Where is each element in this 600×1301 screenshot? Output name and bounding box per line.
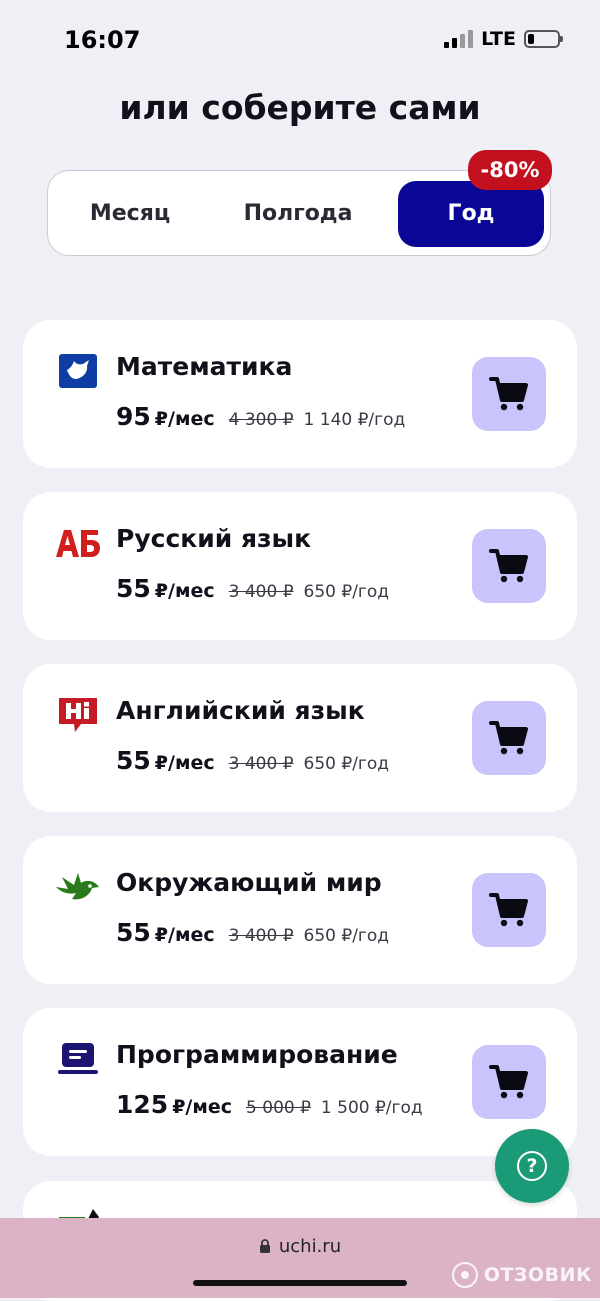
url-text: uchi.ru (278, 1236, 342, 1257)
subject-card-world: Окружающий мир 55 ₽/мес 3 400 ₽ 650 ₽/го… (23, 836, 577, 984)
browser-bar: uchi.ru ОТЗОВИК (0, 1218, 600, 1298)
lock-icon (259, 1239, 270, 1253)
status-time: 16:07 (64, 26, 141, 54)
subject-name: Русский язык (116, 524, 312, 553)
monthly-price: 55 (116, 574, 151, 603)
cart-icon (489, 893, 528, 927)
page-heading: или соберите сами (119, 88, 481, 127)
watermark: ОТЗОВИК (451, 1262, 592, 1288)
cart-icon (489, 721, 528, 755)
home-indicator[interactable] (193, 1280, 407, 1286)
monthly-price: 125 (116, 1090, 169, 1119)
subject-name: Математика (116, 352, 293, 381)
old-price: 3 400 ₽ (228, 926, 294, 946)
monthly-price: 55 (116, 746, 151, 775)
add-to-cart-button[interactable] (472, 873, 546, 947)
tab-month[interactable]: Месяц (62, 181, 198, 247)
world-bird-icon (53, 866, 103, 908)
tab-half-year[interactable]: Полгода (228, 181, 368, 247)
old-price: 5 000 ₽ (246, 1098, 311, 1118)
question-icon: ? (517, 1151, 547, 1181)
cart-icon (489, 1065, 528, 1099)
discount-badge: -80% (468, 150, 552, 190)
year-price: 650 ₽/год (303, 582, 390, 602)
math-bird-icon (57, 350, 99, 392)
tab-year[interactable]: Год (398, 181, 544, 247)
programming-laptop-icon (57, 1038, 99, 1080)
price-line: 55 ₽/мес 3 400 ₽ 650 ₽/год (116, 746, 389, 775)
subject-card-math: Математика 95 ₽/мес 4 300 ₽ 1 140 ₽/год (23, 320, 577, 468)
old-price: 3 400 ₽ (228, 754, 294, 774)
year-price: 1 140 ₽/год (303, 410, 406, 430)
cart-icon (489, 377, 528, 411)
monthly-price: 55 (116, 918, 151, 947)
subject-card-english: Английский язык 55 ₽/мес 3 400 ₽ 650 ₽/г… (23, 664, 577, 812)
subject-name: Английский язык (116, 696, 365, 725)
old-price: 3 400 ₽ (228, 582, 294, 602)
add-to-cart-button[interactable] (472, 529, 546, 603)
add-to-cart-button[interactable] (472, 701, 546, 775)
cart-icon (489, 549, 528, 583)
price-unit: ₽/мес (154, 924, 215, 946)
price-unit: ₽/мес (154, 408, 215, 430)
price-line: 55 ₽/мес 3 400 ₽ 650 ₽/год (116, 574, 389, 603)
old-price: 4 300 ₽ (228, 410, 294, 430)
english-hi-icon (57, 694, 99, 736)
help-button[interactable]: ? (495, 1129, 569, 1203)
add-to-cart-button[interactable] (472, 1045, 546, 1119)
network-type: LTE (481, 28, 516, 50)
price-unit: ₽/мес (172, 1096, 233, 1118)
price-unit: ₽/мес (154, 580, 215, 602)
subject-card-russian: Русский язык 55 ₽/мес 3 400 ₽ 650 ₽/год (23, 492, 577, 640)
subject-card-programming: Программирование 125 ₽/мес 5 000 ₽ 1 500… (23, 1008, 577, 1156)
subject-name: Программирование (116, 1040, 398, 1069)
year-price: 1 500 ₽/год (320, 1098, 423, 1118)
year-price: 650 ₽/год (303, 754, 390, 774)
price-line: 55 ₽/мес 3 400 ₽ 650 ₽/год (116, 918, 389, 947)
add-to-cart-button[interactable] (472, 357, 546, 431)
price-line: 125 ₽/мес 5 000 ₽ 1 500 ₽/год (116, 1090, 423, 1119)
monthly-price: 95 (116, 402, 151, 431)
year-price: 650 ₽/год (303, 926, 390, 946)
watermark-text: ОТЗОВИК (483, 1264, 592, 1286)
price-line: 95 ₽/мес 4 300 ₽ 1 140 ₽/год (116, 402, 405, 431)
subject-name: Окружающий мир (116, 868, 382, 897)
signal-icon (444, 30, 474, 48)
address-bar[interactable]: uchi.ru (0, 1236, 600, 1257)
battery-icon (524, 30, 563, 48)
status-indicators: LTE (444, 28, 563, 50)
status-bar: 16:07 LTE (0, 0, 600, 80)
watermark-logo-icon (451, 1262, 478, 1288)
russian-ab-icon (53, 522, 103, 564)
price-unit: ₽/мес (154, 752, 215, 774)
